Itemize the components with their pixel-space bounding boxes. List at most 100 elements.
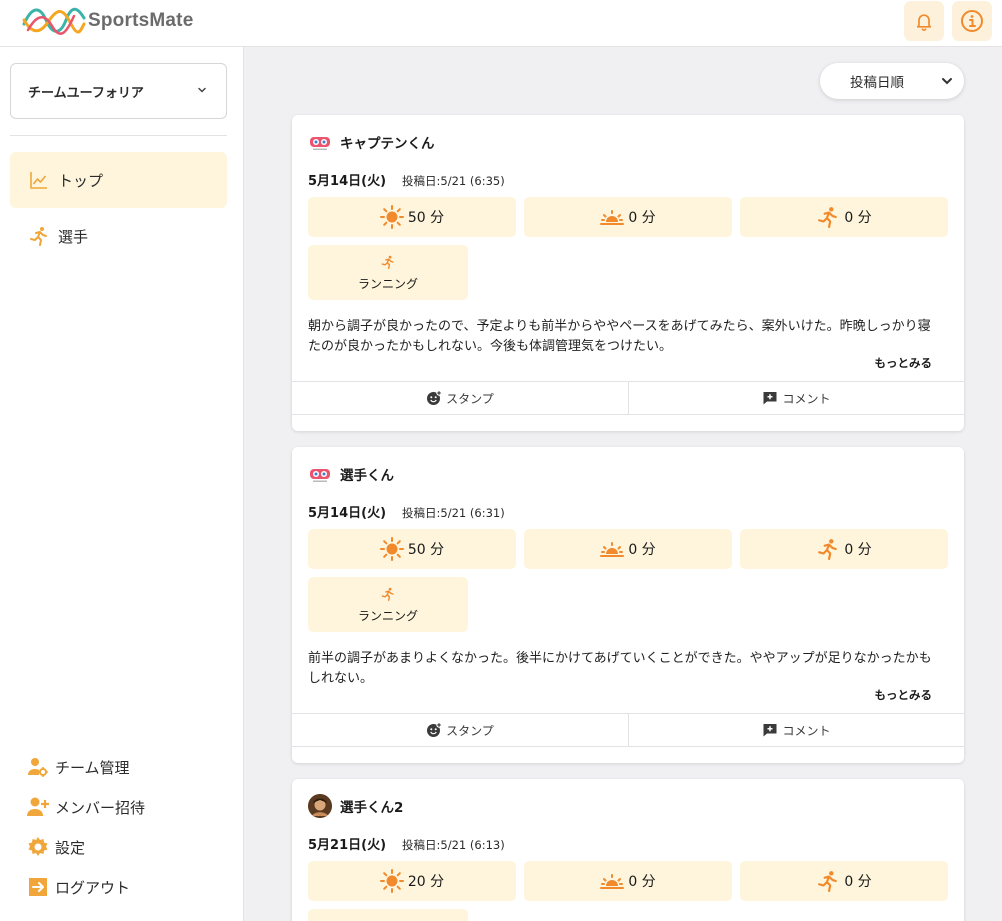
activity-label: ランニング: [357, 609, 418, 623]
activity-tag: ランニング: [308, 245, 468, 300]
sidebar-item-label: メンバー招待: [55, 798, 146, 817]
metric-value: 50 分: [407, 542, 445, 558]
sidebar: チームユーフォリア トップ 選手 チーム管理 メンバー招待 設定 ログアウト: [0, 47, 244, 921]
runner-icon: [816, 869, 840, 893]
runner-icon: [381, 585, 395, 603]
metric-value: 0 分: [628, 542, 656, 558]
chevron-down-icon: [942, 78, 952, 85]
sidebar-item-logout[interactable]: ログアウト: [26, 874, 130, 900]
activity-date: 5月14日(火): [308, 506, 387, 521]
stamp-button[interactable]: スタンプ: [292, 382, 628, 414]
see-more-link[interactable]: もっとみる: [875, 687, 933, 703]
robot-avatar-icon: [310, 137, 330, 150]
bell-icon: [916, 14, 932, 31]
sun-icon: [379, 869, 404, 893]
comment-button[interactable]: コメント: [628, 382, 964, 414]
posted-timestamp: 投稿日:5/21 (6:13): [402, 838, 505, 852]
app-header: SportsMate: [0, 0, 1002, 47]
avatar: [308, 794, 332, 818]
comment-add-icon: [762, 722, 778, 738]
team-selector[interactable]: チームユーフォリア: [10, 63, 227, 119]
post-author[interactable]: 選手くん2: [340, 796, 403, 816]
sunrise-icon: [600, 205, 625, 229]
sidebar-item-label: 選手: [58, 227, 89, 246]
sidebar-item-label: チーム管理: [55, 758, 130, 777]
runner-icon: [381, 253, 395, 271]
metric-value: 0 分: [844, 210, 872, 226]
logo-wave-icon: [22, 7, 86, 35]
gear-icon: [26, 835, 50, 859]
photo-avatar-icon: [308, 794, 332, 818]
avatar: [308, 462, 332, 486]
metric-value: 0 分: [844, 542, 872, 558]
metric-sunrise: 0 分: [524, 197, 732, 237]
sun-icon: [379, 205, 404, 229]
runner-icon: [816, 205, 840, 229]
activity-tag: ランニング: [308, 577, 468, 632]
logout-icon: [26, 875, 50, 899]
posted-timestamp: 投稿日:5/21 (6:35): [402, 174, 505, 188]
post-author[interactable]: 選手くん: [340, 464, 394, 484]
sidebar-item-team-management[interactable]: チーム管理: [26, 754, 130, 780]
metric-sunrise: 0 分: [524, 861, 732, 901]
sidebar-item-settings[interactable]: 設定: [26, 834, 85, 860]
metric-value: 20 分: [407, 874, 445, 890]
posted-timestamp: 投稿日:5/21 (6:31): [402, 506, 505, 520]
comment-add-icon: [762, 390, 778, 406]
team-settings-icon: [26, 755, 50, 779]
app-logo[interactable]: SportsMate: [22, 4, 193, 38]
sunrise-icon: [600, 869, 625, 893]
sidebar-item-invite-member[interactable]: メンバー招待: [26, 794, 145, 820]
sort-label: 投稿日順: [850, 75, 904, 91]
sidebar-item-label: トップ: [58, 171, 104, 190]
metric-exercise: 0 分: [740, 197, 948, 237]
post-card: キャプテンくん 5月14日(火) 投稿日:5/21 (6:35) 50 分 0 …: [292, 115, 964, 431]
sun-icon: [379, 537, 404, 561]
runner-icon: [816, 537, 840, 561]
stamp-button[interactable]: スタンプ: [292, 714, 628, 746]
sidebar-item-label: 設定: [55, 838, 86, 857]
metric-sun: 50 分: [308, 197, 516, 237]
sidebar-item-top[interactable]: トップ: [10, 152, 227, 208]
runner-icon: [28, 225, 50, 247]
sort-dropdown[interactable]: 投稿日順: [820, 63, 964, 99]
metric-exercise: 0 分: [740, 529, 948, 569]
info-icon: [961, 10, 983, 32]
stamp-label: スタンプ: [446, 391, 494, 406]
chevron-down-icon: [198, 87, 206, 93]
post-card: 選手くん2 5月21日(火) 投稿日:5/21 (6:13) 20 分 0 分 …: [292, 779, 964, 921]
activity-date: 5月14日(火): [308, 174, 387, 189]
app-name: SportsMate: [88, 10, 194, 31]
post-card: 選手くん 5月14日(火) 投稿日:5/21 (6:31) 50 分 0 分 0…: [292, 447, 964, 763]
metric-value: 0 分: [628, 210, 656, 226]
team-name: チームユーフォリア: [28, 85, 144, 101]
metric-value: 0 分: [628, 874, 656, 890]
notification-button[interactable]: [904, 1, 944, 41]
avatar: [308, 130, 332, 154]
comment-label: コメント: [782, 391, 831, 406]
post-actions: スタンプ コメント: [292, 713, 964, 747]
chart-line-icon: [28, 169, 50, 191]
info-button[interactable]: [952, 1, 992, 41]
comment-button[interactable]: コメント: [628, 714, 964, 746]
comment-label: コメント: [782, 723, 831, 738]
metric-value: 50 分: [407, 210, 445, 226]
metric-sun: 50 分: [308, 529, 516, 569]
metric-value: 0 分: [844, 874, 872, 890]
post-author[interactable]: キャプテンくん: [340, 132, 435, 152]
post-actions: スタンプ コメント: [292, 381, 964, 415]
user-plus-icon: [26, 795, 50, 819]
sidebar-item-label: ログアウト: [55, 878, 131, 897]
post-body: 前半の調子があまりよくなかった。後半にかけてあげていくことができた。ややアップが…: [308, 651, 932, 686]
metric-sun: 20 分: [308, 861, 516, 901]
robot-avatar-icon: [310, 469, 330, 482]
post-body: 朝から調子が良かったので、予定よりも前半からややペースをあげてみたら、案外いけた…: [308, 319, 931, 354]
sunrise-icon: [600, 537, 625, 561]
activity-tag: [308, 909, 468, 921]
activity-label: ランニング: [357, 277, 418, 291]
sidebar-item-players[interactable]: 選手: [10, 208, 227, 264]
sidebar-divider: [10, 135, 227, 136]
activity-date: 5月21日(火): [308, 838, 387, 853]
metric-sunrise: 0 分: [524, 529, 732, 569]
see-more-link[interactable]: もっとみる: [875, 355, 933, 371]
